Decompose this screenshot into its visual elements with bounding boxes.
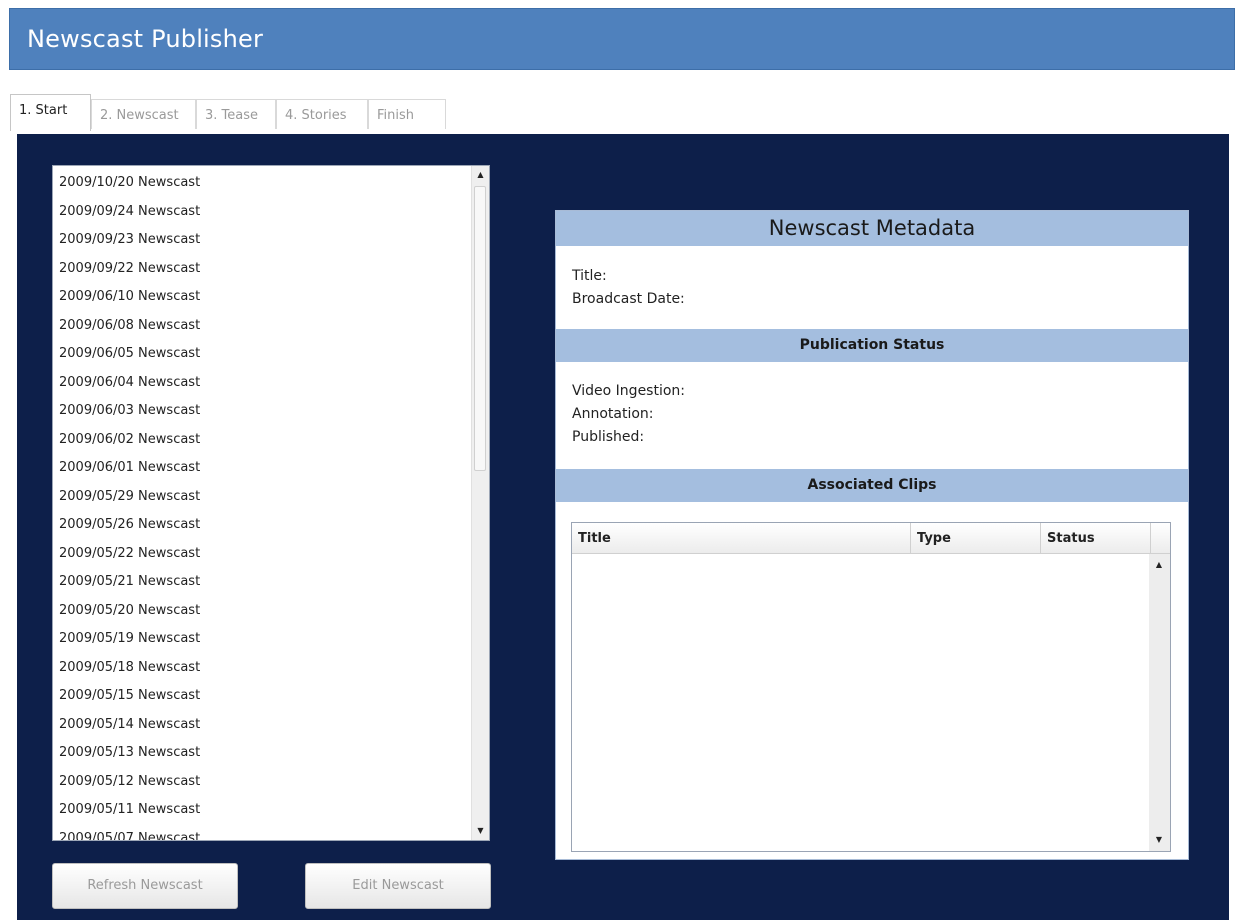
newscast-list-item[interactable]: 2009/06/08 Newscast	[53, 312, 471, 341]
newscast-list-item[interactable]: 2009/09/23 Newscast	[53, 226, 471, 255]
tab-start[interactable]: 1. Start	[10, 94, 91, 131]
newscast-list-item[interactable]: 2009/05/26 Newscast	[53, 511, 471, 540]
newscast-list-item[interactable]: 2009/10/20 Newscast	[53, 169, 471, 198]
title-label: Title:	[572, 268, 607, 284]
newscast-list-item[interactable]: 2009/05/13 Newscast	[53, 739, 471, 768]
newscast-list[interactable]: 2009/10/20 Newscast 2009/09/24 Newscast 20…	[52, 165, 490, 841]
newscast-list-item[interactable]: 2009/05/22 Newscast	[53, 540, 471, 569]
clips-grid-scrollbar[interactable]: ▲ ▼	[1149, 554, 1170, 851]
newscast-list-item[interactable]: 2009/06/04 Newscast	[53, 369, 471, 398]
newscast-list-item[interactable]: 2009/05/14 Newscast	[53, 711, 471, 740]
newscast-list-item[interactable]: 2009/05/15 Newscast	[53, 682, 471, 711]
publication-status-fields: Video Ingestion: Annotation: Published:	[556, 362, 1188, 469]
column-header-title[interactable]: Title	[572, 523, 911, 554]
newscast-list-item[interactable]: 2009/06/10 Newscast	[53, 283, 471, 312]
tab-newscast[interactable]: 2. Newscast	[91, 99, 196, 129]
broadcast-date-label: Broadcast Date:	[572, 291, 685, 307]
newscast-list-item[interactable]: 2009/06/02 Newscast	[53, 426, 471, 455]
list-scrollbar[interactable]: ▲ ▼	[471, 166, 489, 840]
app-header: Newscast Publisher	[9, 8, 1235, 70]
column-header-type[interactable]: Type	[911, 523, 1041, 554]
newscast-list-item[interactable]: 2009/06/03 Newscast	[53, 397, 471, 426]
newscast-metadata-panel: Newscast Metadata Title: Broadcast Date:…	[555, 210, 1189, 860]
start-panel: 2009/10/20 Newscast 2009/09/24 Newscast 20…	[17, 134, 1229, 920]
newscast-list-item[interactable]: 2009/05/20 Newscast	[53, 597, 471, 626]
newscast-list-item[interactable]: 2009/09/24 Newscast	[53, 198, 471, 227]
newscast-list-item[interactable]: 2009/09/22 Newscast	[53, 255, 471, 284]
scroll-up-arrow-icon[interactable]: ▲	[472, 166, 489, 184]
metadata-header: Newscast Metadata	[556, 211, 1188, 246]
tab-bar: 1. Start 2. Newscast 3. Tease 4. Stories…	[10, 94, 710, 131]
newscast-list-item[interactable]: 2009/05/29 Newscast	[53, 483, 471, 512]
newscast-list-item[interactable]: 2009/05/18 Newscast	[53, 654, 471, 683]
tab-finish[interactable]: Finish	[368, 99, 446, 129]
newscast-list-item[interactable]: 2009/05/21 Newscast	[53, 568, 471, 597]
newscast-list-item[interactable]: 2009/05/12 Newscast	[53, 768, 471, 797]
annotation-label: Annotation:	[572, 406, 654, 422]
publication-status-header: Publication Status	[556, 329, 1188, 362]
scroll-down-arrow-icon[interactable]: ▼	[1149, 831, 1169, 849]
associated-clips-grid[interactable]: Title Type Status ▲ ▼	[571, 522, 1171, 852]
newscast-list-item[interactable]: 2009/06/01 Newscast	[53, 454, 471, 483]
list-scroll-thumb[interactable]	[474, 186, 486, 471]
scroll-up-arrow-icon[interactable]: ▲	[1149, 556, 1169, 574]
video-ingestion-label: Video Ingestion:	[572, 383, 686, 399]
refresh-newscast-button[interactable]: Refresh Newscast	[52, 863, 238, 909]
clips-grid-header: Title Type Status	[572, 523, 1170, 554]
edit-newscast-button[interactable]: Edit Newscast	[305, 863, 491, 909]
tab-tease[interactable]: 3. Tease	[196, 99, 276, 129]
associated-clips-header: Associated Clips	[556, 469, 1188, 502]
newscast-list-item[interactable]: 2009/06/05 Newscast	[53, 340, 471, 369]
newscast-list-items: 2009/10/20 Newscast 2009/09/24 Newscast 20…	[53, 169, 471, 841]
app-title: Newscast Publisher	[27, 25, 264, 53]
published-label: Published:	[572, 429, 645, 445]
column-header-status[interactable]: Status	[1041, 523, 1151, 554]
newscast-list-item[interactable]: 2009/05/07 Newscast	[53, 825, 471, 841]
tab-stories[interactable]: 4. Stories	[276, 99, 368, 129]
newscast-list-item[interactable]: 2009/05/11 Newscast	[53, 796, 471, 825]
newscast-list-item[interactable]: 2009/05/19 Newscast	[53, 625, 471, 654]
scroll-down-arrow-icon[interactable]: ▼	[472, 822, 489, 840]
metadata-fields: Title: Broadcast Date:	[556, 246, 1188, 329]
